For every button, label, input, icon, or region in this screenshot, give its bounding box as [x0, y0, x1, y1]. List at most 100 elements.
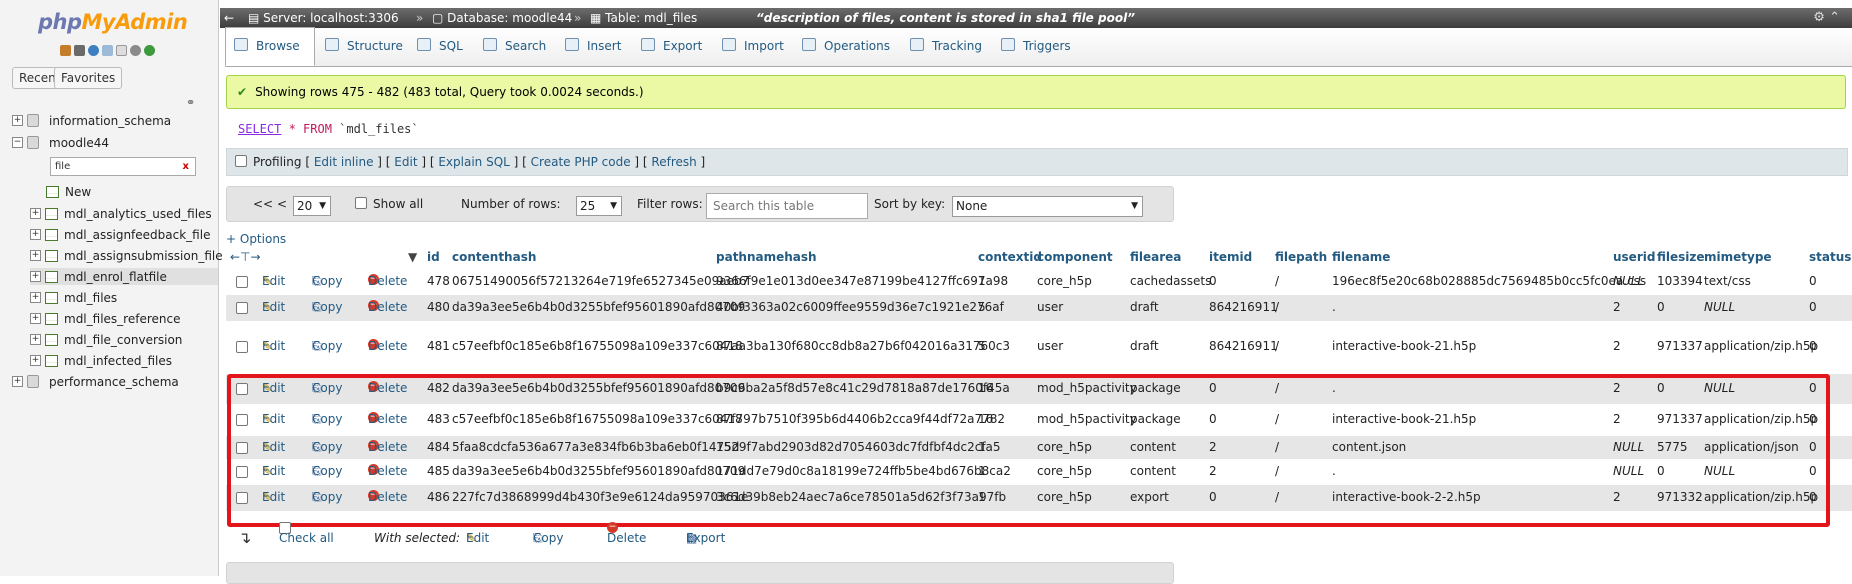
expand-icon[interactable]: − — [12, 137, 23, 148]
expand-icon[interactable]: + — [30, 229, 41, 240]
cell-contenthash[interactable]: da39a3ee5e6b4b0d3255bfef95601890afd80709 — [452, 300, 745, 314]
refresh-link[interactable]: Refresh — [651, 155, 696, 169]
expand-icon[interactable]: + — [30, 355, 41, 366]
collapse-icon[interactable]: ← — [224, 8, 234, 28]
expand-icon[interactable]: + — [30, 250, 41, 261]
show-all-toggle[interactable]: Show all — [355, 187, 423, 221]
cell-contenthash[interactable]: 06751490056f57213264e719fe6527345e09aeb7 — [452, 274, 749, 288]
cell-itemid[interactable]: 0 — [1209, 274, 1217, 288]
column-header-filesize[interactable]: filesize — [1657, 250, 1705, 264]
settings-icon[interactable] — [130, 45, 141, 56]
profiling-checkbox[interactable] — [235, 155, 247, 167]
cell-itemid[interactable]: 864216911 — [1209, 339, 1278, 353]
filter-rows-input[interactable]: Search this table — [706, 193, 868, 219]
cell-filename[interactable]: 196ec8f5e20c68b028885dc7569485b0cc5fc0ea… — [1332, 274, 1646, 288]
phpmyadmin-logo[interactable]: phpMyAdmin — [38, 10, 188, 34]
reload-icon[interactable] — [144, 45, 155, 56]
cell-filename[interactable]: . — [1332, 300, 1336, 314]
copy-icon[interactable] — [116, 45, 127, 56]
create-php-link[interactable]: Create PHP code — [531, 155, 631, 169]
cell-filearea[interactable]: cachedassets — [1130, 274, 1211, 288]
sort-toggle-icon[interactable]: ▼ — [408, 250, 417, 264]
cell-status[interactable]: 0 — [1809, 300, 1817, 314]
cell-filepath[interactable]: / — [1275, 339, 1279, 353]
tree-item[interactable]: + mdl_assignsubmission_file — [30, 247, 223, 264]
cell-contextid[interactable]: 1 — [978, 274, 986, 288]
tab-triggers[interactable]: Triggers — [1001, 28, 1071, 64]
column-header-itemid[interactable]: itemid — [1209, 250, 1252, 264]
explain-sql-link[interactable]: Explain SQL — [438, 155, 510, 169]
cell-component[interactable]: core_h5p — [1037, 274, 1092, 288]
expand-icon[interactable]: + — [30, 313, 41, 324]
prev-page-button[interactable]: < — [277, 187, 287, 221]
tree-item[interactable]: + mdl_enrol_flatfile — [30, 268, 218, 285]
breadcrumb-table[interactable]: ▦ Table: mdl_files — [590, 8, 697, 28]
tab-browse[interactable]: Browse — [225, 27, 315, 66]
collapse-up-icon[interactable]: ⌃ — [1829, 10, 1840, 25]
settings-icon[interactable]: ⚙ — [1813, 10, 1825, 25]
tab-sql[interactable]: SQL — [417, 28, 463, 64]
cell-filepath[interactable]: / — [1275, 300, 1279, 314]
table-filter-input[interactable]: file x — [50, 157, 196, 176]
cell-component[interactable]: user — [1037, 339, 1063, 353]
cell-id[interactable]: 478 — [427, 274, 450, 288]
expand-icon[interactable]: + — [30, 292, 41, 303]
cell-contextid[interactable]: 5 — [978, 300, 986, 314]
sql-query[interactable]: SELECT * FROM `mdl_files` — [226, 112, 1846, 147]
breadcrumb-server[interactable]: ▤ Server: localhost:3306 — [248, 8, 399, 28]
tab-operations[interactable]: Operations — [802, 28, 890, 64]
clear-filter-icon[interactable]: x — [183, 158, 189, 175]
cell-pathnamehash[interactable]: 40bf3363a02c6009ffee9559d36e7c1921e276af — [716, 300, 1004, 314]
tree-item[interactable]: + mdl_analytics_used_files — [30, 205, 212, 222]
tab-insert[interactable]: Insert — [565, 28, 621, 64]
help-icon[interactable] — [88, 45, 99, 56]
cell-pathnamehash[interactable]: 87aa3ba130f680cc8db8a27b6f042016a31760c3 — [716, 339, 1010, 353]
column-header-status[interactable]: status — [1809, 250, 1851, 264]
cell-mimetype[interactable]: application/zip.h5p — [1704, 339, 1818, 353]
cell-mimetype[interactable]: text/css — [1704, 274, 1751, 288]
column-header-id[interactable]: id — [427, 250, 440, 264]
column-header-filename[interactable]: filename — [1332, 250, 1390, 264]
rows-select[interactable]: 25 ▼ — [576, 196, 622, 216]
tree-item[interactable]: New — [46, 183, 91, 200]
expand-icon[interactable]: + — [30, 271, 41, 282]
cell-mimetype[interactable]: NULL — [1704, 300, 1735, 314]
link-icon[interactable]: ⚭ — [186, 96, 195, 109]
cell-status[interactable]: 0 — [1809, 339, 1817, 353]
expand-icon[interactable]: + — [30, 334, 41, 345]
tree-item[interactable]: + mdl_infected_files — [30, 352, 172, 369]
cell-filesize[interactable]: 0 — [1657, 300, 1665, 314]
tab-export[interactable]: Export — [641, 28, 702, 64]
cell-component[interactable]: user — [1037, 300, 1063, 314]
column-header-userid[interactable]: userid — [1613, 250, 1655, 264]
tab-structure[interactable]: Structure — [325, 28, 403, 64]
edit-inline-link[interactable]: Edit inline — [314, 155, 374, 169]
cell-filearea[interactable]: draft — [1130, 300, 1159, 314]
tab-import[interactable]: Import — [722, 28, 784, 64]
cell-pathnamehash[interactable]: 9366f9e1e013d0ee347e87199be4127ffc697a98 — [716, 274, 1008, 288]
options-link[interactable]: + Options — [226, 232, 286, 246]
column-header-mimetype[interactable]: mimetype — [1704, 250, 1772, 264]
cell-filesize[interactable]: 971337 — [1657, 339, 1703, 353]
cell-contextid[interactable]: 5 — [978, 339, 986, 353]
tree-item[interactable]: + mdl_file_conversion — [30, 331, 182, 348]
cell-filesize[interactable]: 103394 — [1657, 274, 1703, 288]
tree-item[interactable]: + performance_schema — [12, 373, 179, 390]
column-header-contextid[interactable]: contextid — [978, 250, 1042, 264]
docs-icon[interactable] — [102, 45, 113, 56]
home-icon[interactable] — [60, 45, 71, 56]
tab-search[interactable]: Search — [483, 28, 546, 64]
cell-id[interactable]: 481 — [427, 339, 450, 353]
cell-contenthash[interactable]: c57eefbf0c185e6b8f16755098a109e337c60418 — [452, 339, 743, 353]
edit-link[interactable]: Edit — [394, 155, 417, 169]
favorites-button[interactable]: Favorites — [54, 67, 123, 89]
cell-userid[interactable]: NULL — [1613, 274, 1644, 288]
expand-icon[interactable]: + — [30, 208, 41, 219]
sort-select[interactable]: None ▼ — [952, 196, 1143, 217]
cell-userid[interactable]: 2 — [1613, 300, 1621, 314]
tree-item[interactable]: + mdl_assignfeedback_file — [30, 226, 210, 243]
column-arrows-icon[interactable]: ←⊤→ — [230, 250, 261, 264]
expand-icon[interactable]: + — [12, 115, 23, 126]
cell-itemid[interactable]: 864216911 — [1209, 300, 1278, 314]
logout-icon[interactable] — [74, 45, 85, 56]
